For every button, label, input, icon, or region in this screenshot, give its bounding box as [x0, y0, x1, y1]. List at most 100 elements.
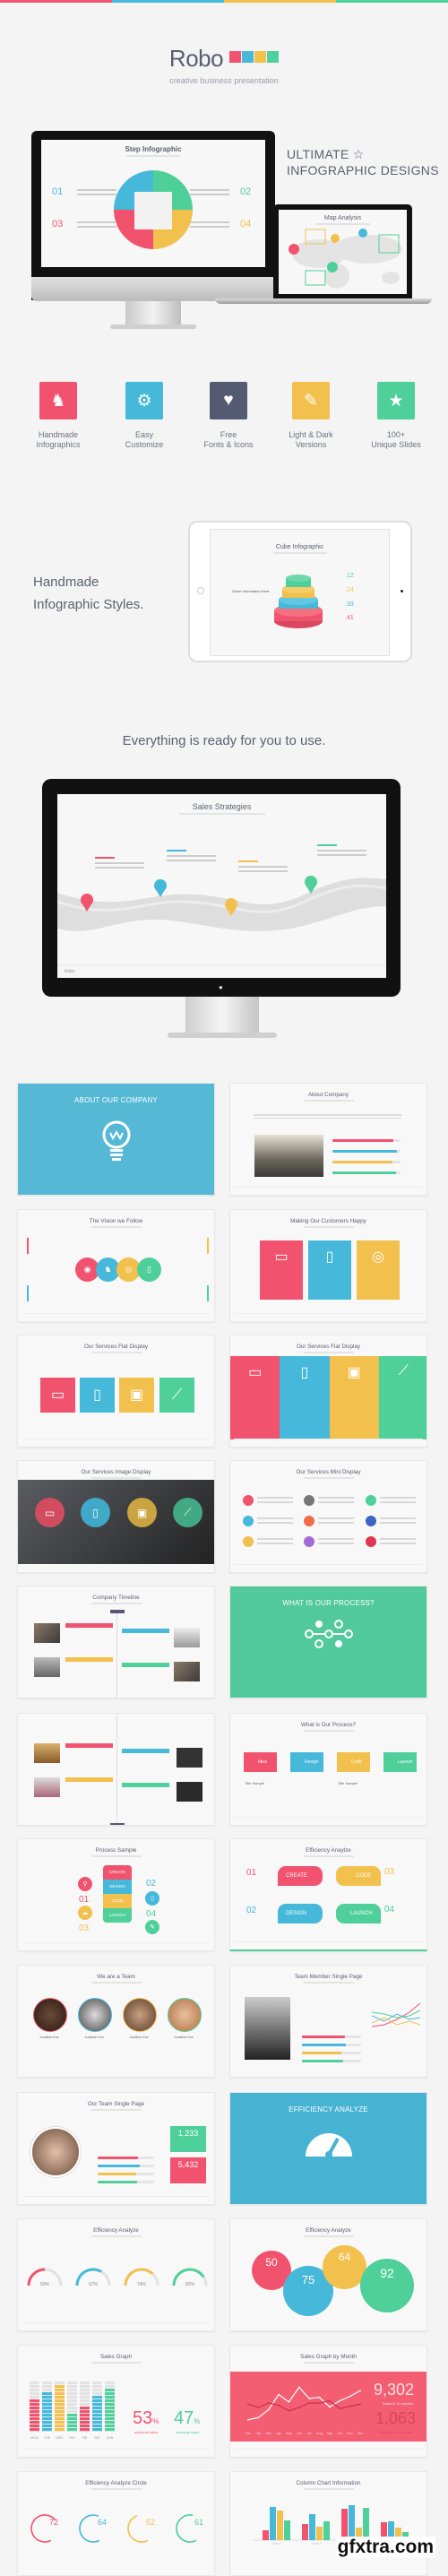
- color-top-bar: [0, 0, 448, 3]
- skill-bars: [332, 1139, 401, 1174]
- headline-line-2: Infographic Styles.: [33, 597, 144, 612]
- bar-segment: [105, 2385, 115, 2389]
- bar-segment: [30, 2407, 39, 2410]
- dark-photo-background: ▭ ▯ ▣ ⟋: [18, 1480, 214, 1564]
- slide-card-customers-happy[interactable]: Making Our Customers Happy ▭ ▯ ◎: [229, 1209, 427, 1322]
- brand-subtitle: creative business presentation: [169, 76, 279, 85]
- step-number: 02: [246, 1906, 257, 1915]
- member-avatar: [30, 2127, 81, 2177]
- sales-line-chart: Jan Feb Mar Apr May Jun Jul Aug Sep Oct Nov Dec: [246, 2386, 363, 2435]
- tick-label: Dec: [358, 2432, 363, 2435]
- display-mockup: Sales Strategies Robo ●: [42, 779, 401, 997]
- bar-segment: [67, 2417, 77, 2421]
- slide-card-services-flat-2[interactable]: Our Services Flat Display ▭ ▯ ▣ ⟋: [229, 1335, 427, 1448]
- service-columns: ▭ ▯ ▣ ⟋: [230, 1356, 426, 1439]
- page: Robo creative business presentation Step…: [0, 0, 448, 2576]
- slide-title: WHAT IS OUR PROCESS?: [282, 1599, 375, 1607]
- speech-bubble-icon: ▭: [260, 1240, 303, 1300]
- mini-service-grid: [243, 1495, 416, 1547]
- slide-card-efficiency-bubbles[interactable]: Efficiency Anaylze CREATE CODE DESIGN LA…: [229, 1838, 427, 1951]
- slide-card-timeline-2[interactable]: [17, 1713, 215, 1826]
- slide-card-about-company[interactable]: About Company: [229, 1083, 427, 1196]
- bar-segment: [42, 2421, 52, 2425]
- slide-card-process-hero[interactable]: WHAT IS OUR PROCESS?: [229, 1586, 427, 1699]
- bar-segment: [55, 2407, 65, 2410]
- bar-segment: [30, 2403, 39, 2407]
- ipad-mockup: Cube Infographic Some Information Here .…: [188, 521, 412, 662]
- bar-segment: [42, 2382, 52, 2385]
- bar-segment: [80, 2396, 90, 2399]
- bar-segment: [67, 2389, 77, 2392]
- slide-card-sales-by-month[interactable]: Sales Graph by Month Jan Feb Mar Apr May Jun J…: [229, 2345, 427, 2458]
- bar-segment: [80, 2392, 90, 2396]
- city-photo: [254, 1135, 323, 1177]
- process-step-design: Design: [290, 1752, 323, 1772]
- tick-label: Mar: [266, 2432, 272, 2435]
- slide-card-efficiency-circle[interactable]: Efficiency Analyze Circle 72 64 52 61: [17, 2471, 215, 2576]
- weekend-sales-percent: 53%: [133, 2408, 159, 2428]
- bar-segment: [30, 2382, 39, 2385]
- data-point: [359, 2403, 361, 2406]
- bar: [284, 2520, 290, 2540]
- data-point: [278, 2393, 280, 2396]
- slide-card-our-team-single[interactable]: Our Team Single Page 1,233 5,432: [17, 2092, 215, 2205]
- slide-card-services-image[interactable]: Our Services Image Display ▭ ▯ ▣ ⟋: [17, 1460, 215, 1573]
- tick-label: SUN: [107, 2436, 114, 2440]
- data-point: [339, 2407, 341, 2410]
- caption-title: Title Sample: [338, 1781, 358, 1785]
- process-step-code: Code: [337, 1752, 370, 1772]
- data-point: [247, 2403, 249, 2406]
- slide-card-efficiency-hero[interactable]: EFFICIENCY ANALYZE: [229, 2092, 427, 2205]
- weekend-sales-label: weekend sales: [134, 2430, 159, 2434]
- slide-card-efficiency-gauges[interactable]: Efficiency Analyze 50% 67% 74% 82%: [17, 2218, 215, 2331]
- slide-card-team-member[interactable]: Team Member Single Page: [229, 1965, 427, 2078]
- chart-icon: ⟋: [378, 1356, 426, 1439]
- bar: [270, 2507, 276, 2540]
- bar-segment: [105, 2417, 115, 2421]
- data-point: [257, 2416, 260, 2419]
- slide-card-company-timeline[interactable]: Company Timeline: [17, 1586, 215, 1699]
- lightbulb-icon: [102, 1120, 130, 1161]
- cube-infographic-slide: Cube Infographic Some Information Here .…: [210, 529, 390, 656]
- bar-segment: [30, 2421, 39, 2425]
- caption-title: Title Sample: [245, 1781, 265, 1785]
- slide-card-vision[interactable]: The Vision we Follow ◉ ♞ ◎ ▯: [17, 1209, 215, 1322]
- laptop-icon: ▭: [40, 1378, 75, 1413]
- bar-segment: [105, 2414, 115, 2417]
- tick-label: Feb: [255, 2432, 261, 2435]
- slide-card-process-sample[interactable]: Process Sample CREATE DESIGN CODE LAUNCH…: [17, 1838, 215, 1951]
- data-point: [308, 2398, 311, 2399]
- slide-card-sales-graph[interactable]: Sales Graph MON TUE WED THU FRI SAT SUN 53% 47…: [17, 2345, 215, 2458]
- stat-box: 1,233: [170, 2126, 206, 2152]
- slide-card-about-our-company[interactable]: ABOUT OUR COMPANY: [17, 1083, 215, 1196]
- slide-title: Team Member Single Page: [294, 1974, 363, 1980]
- member-name: Jonathan Doe: [129, 2036, 149, 2039]
- bar-segment: [92, 2414, 102, 2417]
- slide-card-column-chart[interactable]: Column Chart Information Group 1Group 2G…: [229, 2471, 427, 2576]
- ring-arc: [176, 2514, 197, 2543]
- tick-label: Apr: [276, 2432, 281, 2435]
- step-number: 03: [384, 1867, 395, 1877]
- slide-card-services-flat[interactable]: Our Services Flat Display ▭ ▯ ▣ ⟋: [17, 1335, 215, 1448]
- bar-segment: [80, 2414, 90, 2417]
- tablet-icon: ▯: [280, 1356, 330, 1439]
- bar-segment: [80, 2410, 90, 2414]
- bar-segment: [92, 2385, 102, 2389]
- laptop-icon: ▭: [230, 1356, 280, 1439]
- slide-card-efficiency-circles[interactable]: Efficiency Analyze 50 75 64 92: [229, 2218, 427, 2331]
- data-point: [297, 2407, 300, 2408]
- bar: [316, 2527, 323, 2540]
- slide-card-services-mini[interactable]: Our Services Mini Display: [229, 1460, 427, 1573]
- step-number: 02: [146, 1879, 157, 1889]
- bar-segment: [67, 2425, 77, 2428]
- slide-title: We are a Team: [97, 1974, 135, 1980]
- slide-card-what-is-process[interactable]: What is Our Process? Idea Design Code La…: [229, 1713, 427, 1826]
- bar-segment: [30, 2389, 39, 2392]
- bar-segment: [80, 2407, 90, 2410]
- slide-card-team[interactable]: We are a Team Jonathan Doe Jonathan Doe …: [17, 1965, 215, 2078]
- feature-label: Handmade: [38, 430, 79, 439]
- bar-segment: [55, 2410, 65, 2414]
- bar-segment: [80, 2389, 90, 2392]
- bar-segment: [42, 2403, 52, 2407]
- bar-segment: [92, 2425, 102, 2428]
